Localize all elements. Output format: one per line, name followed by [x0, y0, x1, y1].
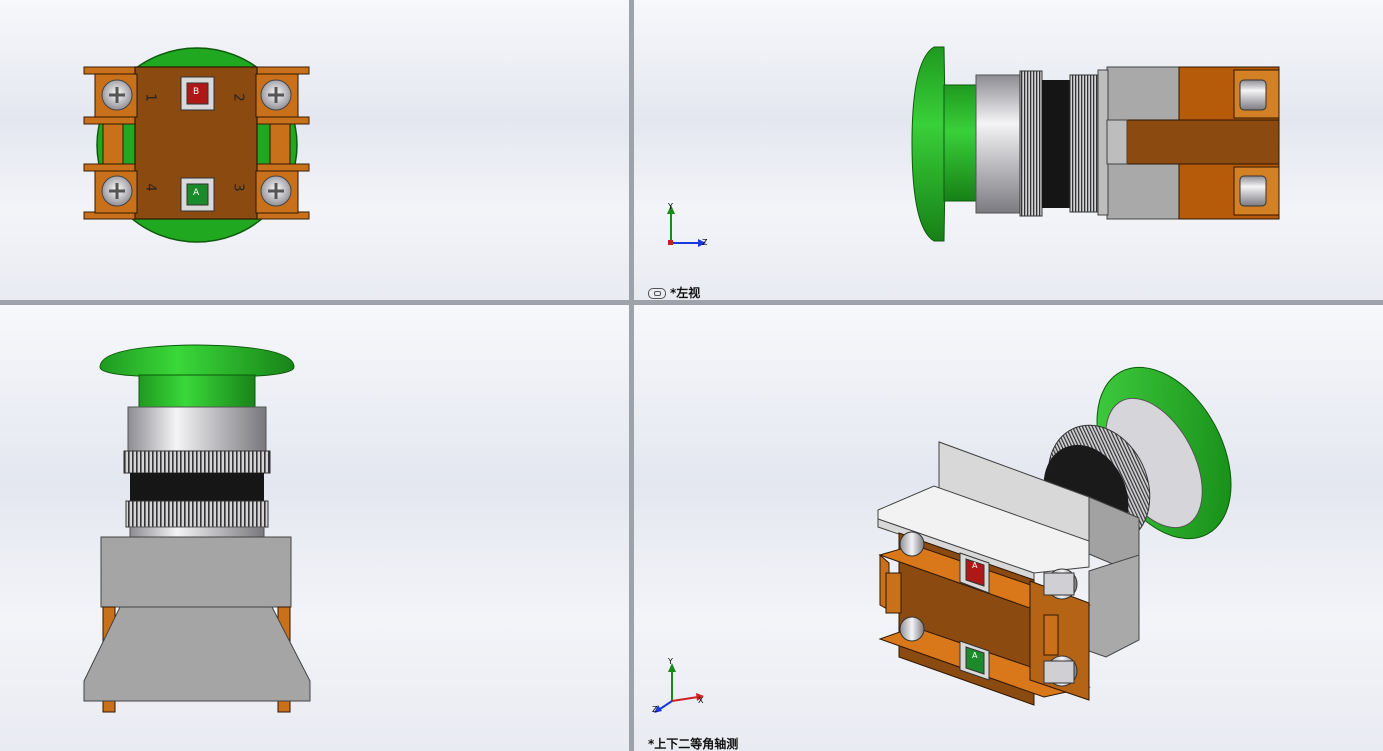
triad-y-label: Y	[668, 657, 673, 666]
iso-window-letter-bottom: A	[972, 651, 978, 660]
triad-z-label: Z	[652, 705, 658, 714]
terminal-number-1: 1	[142, 93, 158, 102]
iso-window-letter-top: A	[972, 561, 978, 570]
model-front-view	[83, 47, 310, 243]
triad-z-label: Z	[702, 238, 708, 247]
link-icon[interactable]	[648, 288, 666, 299]
viewport-top-view[interactable]	[0, 305, 629, 751]
terminal-number-3: 3	[230, 183, 246, 192]
viewport-front[interactable]: 1 2 4 3 B A	[0, 0, 629, 300]
viewport-isometric[interactable]: A A Y X Z *上下二等角轴测	[634, 305, 1383, 751]
terminal-number-2: 2	[230, 93, 246, 102]
window-letter-top: B	[193, 87, 200, 97]
view-label-left[interactable]: *左视	[648, 284, 700, 300]
viewport-left-view[interactable]: Y Z *左视	[634, 0, 1383, 300]
triad-icon	[654, 663, 704, 713]
window-letter-bottom: A	[193, 188, 200, 198]
model-top-view	[83, 344, 311, 713]
model-left-view	[667, 46, 1280, 247]
model-isometric-view	[654, 366, 1232, 713]
triad-icon	[667, 205, 706, 247]
triad-y-label: Y	[668, 202, 673, 211]
view-label-isometric[interactable]: *上下二等角轴测	[648, 735, 738, 751]
triad-x-label: X	[698, 696, 704, 705]
terminal-number-4: 4	[142, 183, 158, 192]
